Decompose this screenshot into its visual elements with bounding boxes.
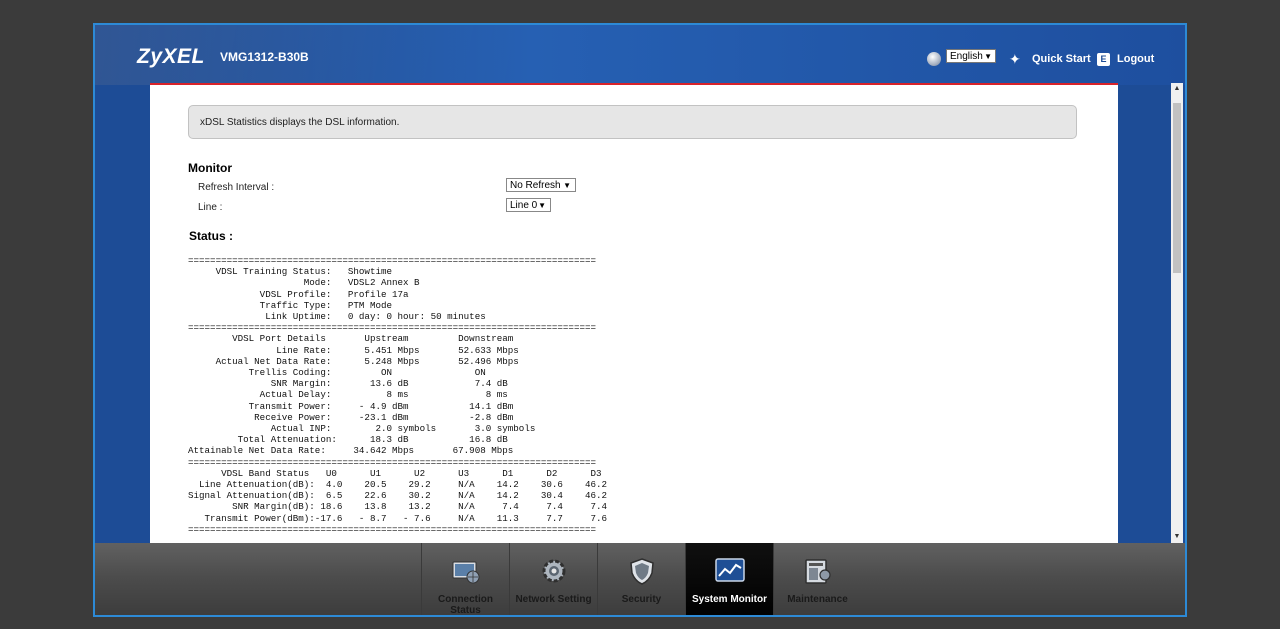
maintenance-icon — [805, 559, 831, 584]
chevron-down-icon: ▼ — [538, 201, 546, 210]
nav-connection-status[interactable]: Connection Status — [421, 543, 509, 616]
quick-start-link[interactable]: Quick Start — [1032, 53, 1091, 65]
header-bar: ZyXEL VMG1312-B30B English ▼ ✦ Quick Sta… — [95, 25, 1185, 85]
brand-logo: ZyXEL — [137, 45, 205, 68]
nav-label: Maintenance — [787, 594, 848, 605]
nav-security[interactable]: Security — [597, 543, 685, 615]
nav-label: Network Setting — [515, 594, 592, 605]
bottom-nav: Connection Status Network Setting Securi… — [95, 543, 1185, 616]
scroll-up-icon[interactable]: ▲ — [1171, 83, 1183, 95]
chevron-down-icon: ▼ — [984, 52, 992, 61]
info-message: xDSL Statistics displays the DSL informa… — [188, 105, 1077, 139]
monitor-heading: Monitor — [188, 161, 232, 175]
globe-icon — [927, 52, 941, 66]
language-select[interactable]: English ▼ — [946, 49, 996, 63]
scrollbar-thumb[interactable] — [1173, 103, 1181, 273]
app-window: ZyXEL VMG1312-B30B English ▼ ✦ Quick Sta… — [93, 23, 1187, 617]
status-heading: Status : — [189, 229, 234, 243]
nav-maintenance[interactable]: Maintenance — [773, 543, 861, 615]
gear-icon — [542, 559, 566, 583]
vertical-scrollbar[interactable]: ▲ ▼ — [1171, 83, 1183, 543]
nav-label: Security — [621, 594, 662, 605]
line-select[interactable]: Line 0 ▼ — [506, 198, 551, 212]
nav-label: System Monitor — [691, 594, 767, 605]
scroll-down-icon[interactable]: ▼ — [1171, 531, 1183, 543]
main-content: xDSL Statistics displays the DSL informa… — [150, 83, 1118, 545]
nav-system-monitor[interactable]: System Monitor — [685, 543, 773, 615]
nav-network-setting[interactable]: Network Setting — [509, 543, 597, 615]
shield-icon — [630, 558, 654, 585]
refresh-interval-value: No Refresh — [510, 180, 561, 191]
monitor-chart-icon — [715, 558, 745, 582]
language-value: English — [950, 51, 983, 62]
quick-start-icon[interactable]: ✦ — [1009, 51, 1025, 67]
refresh-interval-select[interactable]: No Refresh ▼ — [506, 178, 576, 192]
logout-link[interactable]: Logout — [1117, 53, 1154, 65]
chevron-down-icon: ▼ — [563, 181, 571, 190]
logout-icon[interactable]: E — [1097, 53, 1110, 66]
line-value: Line 0 — [510, 200, 538, 211]
xdsl-status-text: ========================================… — [188, 255, 608, 535]
refresh-interval-label: Refresh Interval : — [198, 182, 275, 193]
line-label: Line : — [198, 202, 223, 213]
connection-status-icon — [452, 561, 480, 584]
model-name: VMG1312-B30B — [220, 50, 309, 64]
nav-label: Connection Status — [438, 594, 493, 616]
